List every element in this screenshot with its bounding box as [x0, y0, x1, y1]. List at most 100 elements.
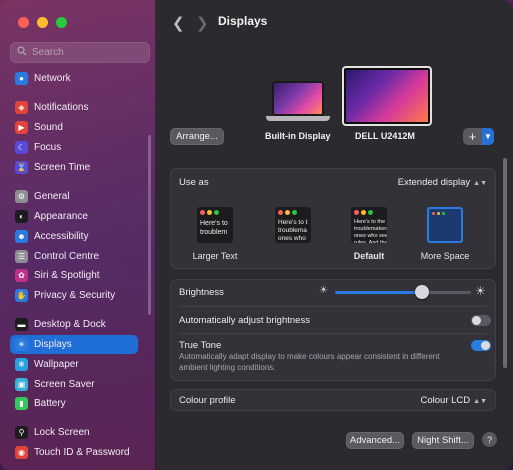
- globe-icon: ●: [15, 72, 28, 85]
- resolution-option-more-space[interactable]: More Space: [415, 207, 475, 277]
- sidebar-item-notifications[interactable]: ◈ Notifications: [10, 98, 138, 117]
- sidebar-item-label: Appearance: [34, 211, 88, 222]
- main-pane: ❮ ❯ Displays Arrange... Built-in Display…: [156, 0, 513, 470]
- hand-icon: ✋: [15, 289, 28, 302]
- advanced-button[interactable]: Advanced...: [346, 432, 404, 449]
- dock-icon: ▬: [15, 318, 28, 331]
- page-title: Displays: [218, 14, 268, 28]
- search-icon: [17, 46, 27, 59]
- sidebar-item-appearance[interactable]: ◐ Appearance: [10, 207, 138, 226]
- sidebar-item-control-centre[interactable]: ☰ Control Centre: [10, 247, 138, 266]
- sidebar-item-displays[interactable]: ☀ Displays: [10, 335, 138, 354]
- sidebar-item-label: Siri & Spotlight: [34, 270, 100, 281]
- sidebar-item-label: Screen Time: [34, 162, 91, 173]
- sidebar-item-label: Battery: [34, 398, 66, 409]
- back-button[interactable]: ❮: [172, 14, 185, 32]
- fingerprint-icon: ◉: [15, 446, 28, 459]
- resolution-preview: Here's to troublem: [197, 207, 233, 243]
- sidebar-item-general[interactable]: ⚙ General: [10, 187, 138, 206]
- resolution-option-2[interactable]: Here's to t troublema ones who: [263, 207, 323, 277]
- sidebar-item-label: Control Centre: [34, 251, 100, 262]
- sidebar-scrollbar[interactable]: [148, 135, 151, 315]
- search-field[interactable]: [10, 42, 150, 63]
- sidebar-item-label: Desktop & Dock: [34, 319, 106, 330]
- sidebar-item-label: Wallpaper: [34, 359, 79, 370]
- settings-window: ● Network ◈ Notifications ▶ Sound ☾ Focus ⌛ Scree…: [0, 0, 513, 470]
- search-input[interactable]: [32, 47, 142, 58]
- brightness-low-icon: ☀: [319, 285, 328, 296]
- zoom-button[interactable]: [56, 17, 67, 28]
- auto-brightness-toggle[interactable]: [471, 315, 491, 326]
- brightness-slider-fill: [335, 291, 423, 294]
- minimize-button[interactable]: [37, 17, 48, 28]
- main-scrollbar[interactable]: [503, 158, 507, 368]
- resolution-name: Default: [353, 251, 385, 261]
- siri-icon: ✿: [15, 269, 28, 282]
- screensaver-icon: ▣: [15, 378, 28, 391]
- sidebar-item-screen-time[interactable]: ⌛ Screen Time: [10, 158, 138, 177]
- moon-icon: ☾: [15, 141, 28, 154]
- gear-icon: ⚙: [15, 190, 28, 203]
- sidebar: ● Network ◈ Notifications ▶ Sound ☾ Focus ⌛ Scree…: [0, 0, 156, 470]
- sidebar-item-label: Displays: [34, 339, 72, 350]
- window-controls: [18, 17, 67, 28]
- sidebar-item-touch-id-password[interactable]: ◉ Touch ID & Password: [10, 443, 138, 462]
- close-button[interactable]: [18, 17, 29, 28]
- accessibility-icon: ☻: [15, 230, 28, 243]
- external-display-label[interactable]: DELL U2412M: [355, 131, 415, 141]
- sidebar-item-desktop-dock[interactable]: ▬ Desktop & Dock: [10, 315, 138, 334]
- wallpaper-icon: ❄: [15, 358, 28, 371]
- sidebar-item-wallpaper[interactable]: ❄ Wallpaper: [10, 355, 138, 374]
- sidebar-item-label: Screen Saver: [34, 379, 95, 390]
- sidebar-item-battery[interactable]: ▮ Battery: [10, 394, 138, 413]
- use-as-select[interactable]: Extended display ▲▼: [398, 177, 487, 188]
- resolution-preview-selected: [427, 207, 463, 243]
- sidebar-item-focus[interactable]: ☾ Focus: [10, 138, 138, 157]
- brightness-high-icon: ☀: [475, 284, 486, 298]
- sidebar-item-privacy-security[interactable]: ✋ Privacy & Security: [10, 286, 138, 305]
- sidebar-item-network[interactable]: ● Network: [10, 69, 138, 88]
- sidebar-item-label: Sound: [34, 122, 63, 133]
- brightness-panel: Brightness ☀ ☀ Automatically adjust brig…: [170, 279, 496, 381]
- stepper-icon: ▲▼: [473, 180, 487, 187]
- sidebar-item-screen-saver[interactable]: ▣ Screen Saver: [10, 375, 138, 394]
- sidebar-item-label: Network: [34, 73, 71, 84]
- chevron-down-icon[interactable]: ▼: [482, 128, 494, 145]
- sidebar-item-label: General: [34, 191, 70, 202]
- auto-brightness-label: Automatically adjust brightness: [179, 315, 310, 326]
- true-tone-description: Automatically adapt display to make colo…: [179, 352, 440, 372]
- night-shift-button[interactable]: Night Shift...: [412, 432, 474, 449]
- sidebar-item-lock-screen[interactable]: ⚲ Lock Screen: [10, 423, 138, 442]
- colour-profile-panel: Colour profile Colour LCD ▲▼: [170, 389, 496, 411]
- true-tone-toggle[interactable]: [471, 340, 491, 351]
- sidebar-item-label: Notifications: [34, 102, 89, 113]
- sidebar-item-label: Lock Screen: [34, 427, 90, 438]
- help-button[interactable]: ?: [482, 432, 497, 447]
- external-display-thumbnail[interactable]: [342, 66, 432, 126]
- colour-profile-label: Colour profile: [179, 395, 236, 406]
- arrange-button[interactable]: Arrange...: [170, 128, 224, 145]
- colour-profile-value: Colour LCD: [420, 395, 471, 406]
- add-display-button[interactable]: + ▼: [463, 128, 494, 145]
- sidebar-item-label: Focus: [34, 142, 62, 153]
- sidebar-item-siri-spotlight[interactable]: ✿ Siri & Spotlight: [10, 266, 138, 285]
- sidebar-item-sound[interactable]: ▶ Sound: [10, 118, 138, 137]
- sun-icon: ☀: [15, 338, 28, 351]
- forward-button[interactable]: ❯: [196, 14, 209, 32]
- sidebar-item-label: Accessibility: [34, 231, 89, 242]
- sidebar-item-accessibility[interactable]: ☻ Accessibility: [10, 227, 138, 246]
- builtin-display-label[interactable]: Built-in Display: [265, 131, 331, 141]
- resolution-option-default[interactable]: Here's to thetroublemakersones who see t…: [339, 207, 399, 277]
- bell-icon: ◈: [15, 101, 28, 114]
- resolution-name: Larger Text: [192, 251, 238, 261]
- use-as-value: Extended display: [397, 177, 471, 188]
- stepper-icon: ▲▼: [473, 398, 487, 405]
- hourglass-icon: ⌛: [15, 161, 28, 174]
- resolution-option-larger-text[interactable]: Here's to troublem Larger Text: [185, 207, 245, 277]
- sidebar-item-label: Privacy & Security: [34, 290, 116, 301]
- colour-profile-select[interactable]: Colour LCD ▲▼: [421, 395, 488, 406]
- resolution-preview: Here's to thetroublemakersones who see t…: [351, 207, 387, 243]
- brightness-slider-knob[interactable]: [415, 285, 430, 299]
- builtin-display-thumbnail[interactable]: [266, 81, 330, 123]
- resolution-preview: Here's to t troublema ones who: [275, 207, 311, 243]
